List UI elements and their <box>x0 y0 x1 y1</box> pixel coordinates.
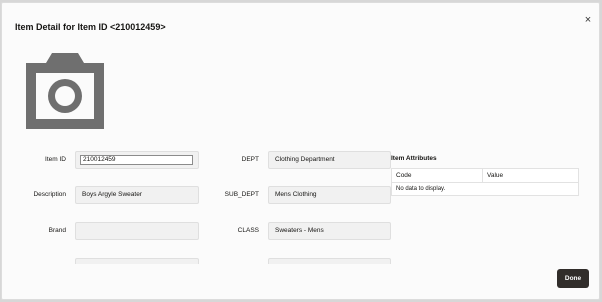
description-label: Description <box>33 191 66 198</box>
item-id-field[interactable]: 210012459 <box>75 151 199 169</box>
done-button[interactable]: Done <box>557 269 589 288</box>
dialog-title: Item Detail for Item ID <210012459> <box>15 22 166 32</box>
item-id-input[interactable]: 210012459 <box>80 155 193 165</box>
item-attributes-table: Code Value No data to display. <box>391 168 579 196</box>
dept-field: Clothing Department <box>268 151 391 169</box>
item-attributes-title: Item Attributes <box>391 155 437 162</box>
dept-label: DEPT <box>241 156 259 163</box>
column-header-code[interactable]: Code <box>392 169 483 182</box>
column-header-value[interactable]: Value <box>483 169 578 182</box>
item-id-label: Item ID <box>45 156 66 163</box>
camera-icon <box>22 47 108 133</box>
empty-table-message: No data to display. <box>396 186 446 192</box>
sub-dept-field: Mens Clothing <box>268 186 391 204</box>
table-header: Code Value <box>392 169 578 183</box>
close-icon[interactable]: × <box>580 12 596 28</box>
sub-dept-label: SUB_DEPT <box>224 191 259 198</box>
next-field-partial <box>75 258 199 264</box>
description-field: Boys Argyle Sweater <box>75 186 199 204</box>
next-field-partial-2 <box>268 258 391 264</box>
class-label: CLASS <box>237 227 259 234</box>
brand-label: Brand <box>48 227 66 234</box>
item-detail-dialog: Item Detail for Item ID <210012459> × It… <box>1 2 600 300</box>
class-field: Sweaters - Mens <box>268 222 391 240</box>
brand-field <box>75 222 199 240</box>
